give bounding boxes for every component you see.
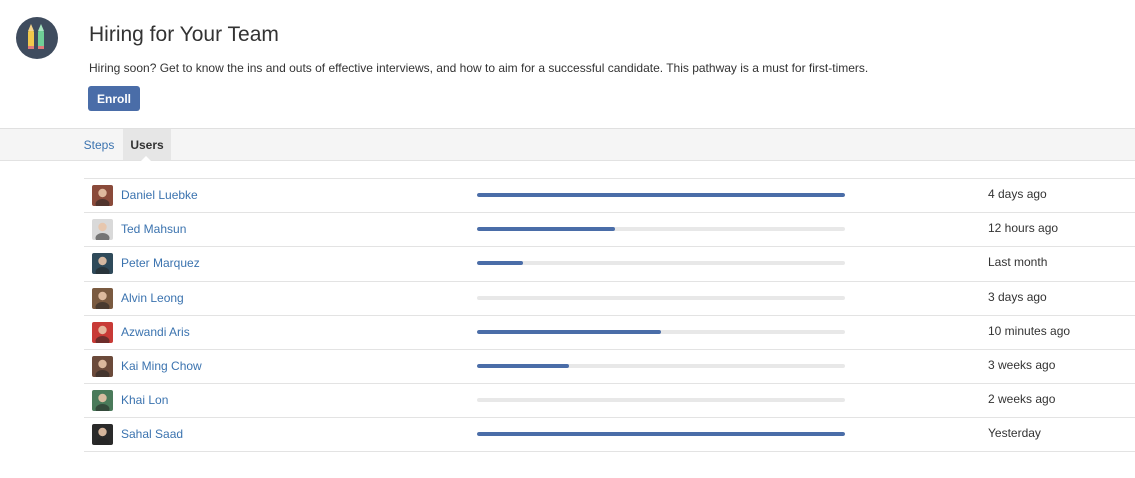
avatar[interactable] <box>92 424 113 446</box>
pathway-description: Hiring soon? Get to know the ins and out… <box>89 61 869 75</box>
user-name-link[interactable]: Sahal Saad <box>121 427 183 441</box>
user-name-link[interactable]: Khai Lon <box>121 393 168 407</box>
avatar[interactable] <box>92 185 113 206</box>
last-active-time: 3 weeks ago <box>988 357 1056 372</box>
table-row: Daniel Luebke 4 days ago <box>84 178 1135 212</box>
avatar[interactable] <box>92 390 113 412</box>
last-active-time: 3 days ago <box>988 289 1047 304</box>
progress-bar <box>477 295 845 300</box>
progress-bar-fill <box>477 329 661 334</box>
avatar[interactable] <box>92 253 113 275</box>
last-active-time: Last month <box>988 255 1048 270</box>
progress-bar <box>477 193 845 197</box>
progress-bar <box>477 432 845 437</box>
progress-bar <box>477 329 845 334</box>
page-title: Hiring for Your Team <box>89 23 279 46</box>
last-active-time: Yesterday <box>988 426 1041 441</box>
table-row: Azwandi Aris 10 minutes ago <box>84 314 1135 349</box>
pathway-logo <box>16 17 58 59</box>
last-active-time: 4 days ago <box>988 187 1047 201</box>
table-row: Khai Lon 2 weeks ago <box>84 383 1135 417</box>
avatar[interactable] <box>92 355 113 377</box>
pencils-icon <box>28 24 44 49</box>
progress-bar-fill <box>477 432 845 437</box>
tab-steps[interactable]: Steps <box>78 129 120 160</box>
user-name-link[interactable]: Azwandi Aris <box>121 325 190 339</box>
table-row: Alvin Leong 3 days ago <box>84 280 1135 315</box>
progress-bar <box>477 261 845 266</box>
tab-bar: Steps Users <box>0 128 1135 161</box>
progress-bar-fill <box>477 227 615 232</box>
last-active-time: 12 hours ago <box>988 221 1059 236</box>
last-active-time: 10 minutes ago <box>988 323 1071 338</box>
enroll-button[interactable]: Enroll <box>88 86 140 111</box>
progress-bar <box>477 398 845 403</box>
table-row: Kai Ming Chow 3 weeks ago <box>84 348 1135 383</box>
user-name-link[interactable]: Daniel Luebke <box>121 188 198 202</box>
user-name-link[interactable]: Peter Marquez <box>121 256 200 270</box>
user-name-link[interactable]: Alvin Leong <box>121 291 184 305</box>
table-row: Ted Mahsun 12 hours ago <box>84 212 1135 246</box>
progress-bar-fill <box>477 363 569 368</box>
avatar[interactable] <box>92 321 113 343</box>
users-table: Daniel Luebke 4 days ago Ted Mahsun 12 hour… <box>84 178 1135 452</box>
user-name-link[interactable]: Kai Ming Chow <box>121 359 202 373</box>
last-active-time: 2 weeks ago <box>988 392 1056 407</box>
user-name-link[interactable]: Ted Mahsun <box>121 222 186 236</box>
progress-bar-fill <box>477 261 523 266</box>
progress-bar <box>477 363 845 368</box>
table-row: Peter Marquez Last month <box>84 246 1135 280</box>
table-row: Sahal Saad Yesterday <box>84 417 1135 452</box>
progress-bar <box>477 227 845 232</box>
progress-bar-fill <box>477 193 845 197</box>
avatar[interactable] <box>92 287 113 309</box>
avatar[interactable] <box>92 219 113 241</box>
active-tab-pointer <box>141 156 151 161</box>
